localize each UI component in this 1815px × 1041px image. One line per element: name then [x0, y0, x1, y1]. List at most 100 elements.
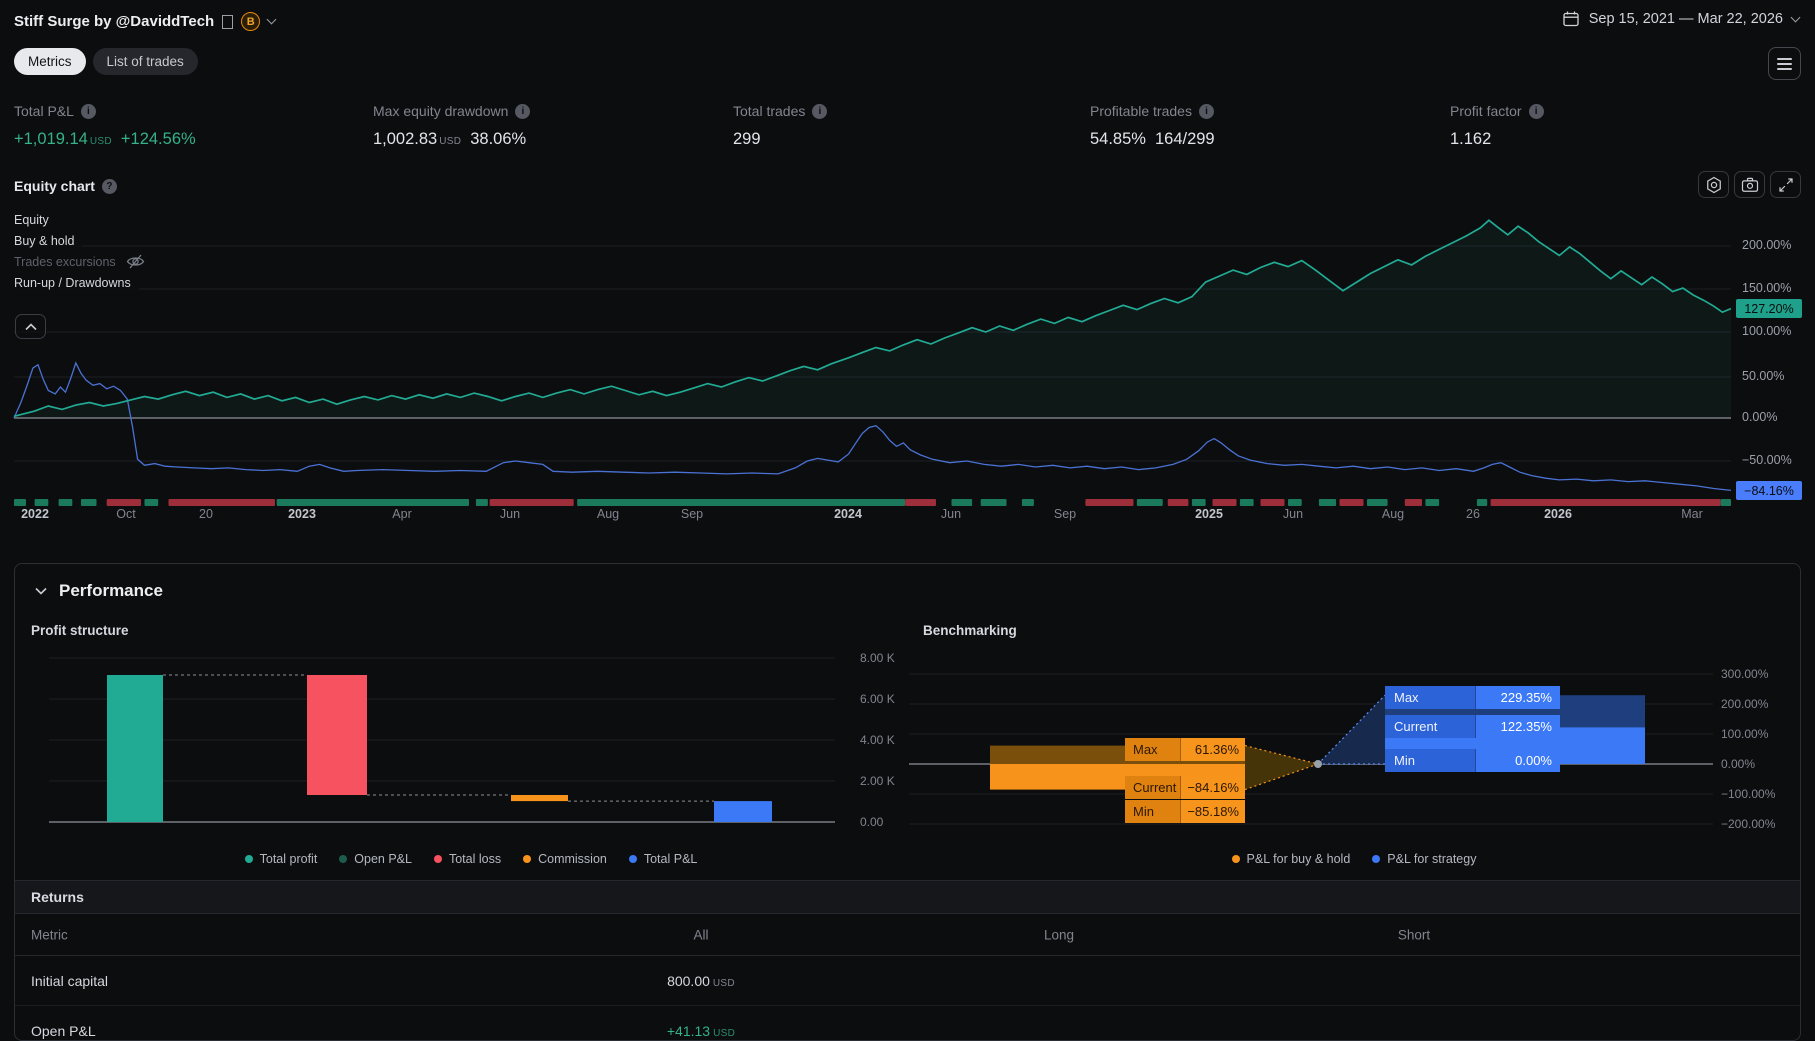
y-axis-tick: 4.00 K — [860, 733, 895, 747]
legend-open-pnl[interactable]: Open P&L — [339, 852, 412, 866]
x-axis-label: 20 — [199, 507, 213, 521]
x-axis-label: Mar — [1681, 507, 1703, 521]
y-axis-tick: 100.00% — [1721, 727, 1769, 741]
performance-title: Performance — [59, 581, 163, 600]
legend-buy-and-hold[interactable]: Buy & hold — [14, 232, 83, 249]
chart-snapshot-button[interactable] — [1734, 171, 1765, 198]
y-axis-tick: −50.00% — [1742, 453, 1792, 467]
performance-header[interactable]: Performance — [35, 581, 163, 601]
calendar-icon — [1563, 11, 1579, 27]
profit-structure-legend: Total profit Open P&L Total loss Commiss… — [29, 852, 913, 866]
hexagon-gear-icon — [1706, 176, 1721, 193]
tab-metrics[interactable]: Metrics — [14, 48, 86, 75]
metric-extra: +124.56% — [120, 130, 196, 148]
help-icon[interactable]: ? — [101, 178, 117, 194]
table-row-open-pnl: Open P&L +41.13 USD — [15, 1006, 1800, 1040]
info-icon[interactable]: i — [80, 103, 96, 119]
x-axis: 2022 Oct 20 2023 Apr Jun Aug Sep 2024 Jun Sep 2025 J… — [14, 507, 1731, 527]
x-axis-label: 2026 — [1544, 507, 1572, 521]
layout-menu-button[interactable] — [1768, 47, 1801, 80]
metric-max-drawdown: Max equity drawdown i 1,002.83 USD 38.06% — [373, 103, 531, 149]
profit-structure-chart[interactable]: 8.00 K 6.00 K 4.00 K 2.00 K 0.00 — [29, 642, 913, 856]
waterfall-bars — [107, 674, 772, 822]
metric-label: Total trades — [733, 103, 806, 119]
x-axis-label: Jun — [499, 507, 521, 521]
strategy-header[interactable]: Stiff Surge by @DaviddTech B — [14, 12, 277, 31]
x-axis-label: Oct — [116, 507, 136, 521]
legend-pnl-buy-hold[interactable]: P&L for buy & hold — [1231, 852, 1350, 866]
legend-runup-drawdowns[interactable]: Run-up / Drawdowns — [14, 274, 139, 291]
camera-icon — [1741, 177, 1758, 192]
metric-profit-factor: Profit factor i 1.162 — [1450, 103, 1544, 149]
legend-total-pnl[interactable]: Total P&L — [628, 852, 697, 866]
legend-pnl-strategy[interactable]: P&L for strategy — [1372, 852, 1476, 866]
benchmarking-chart[interactable]: 300.00% 200.00% 100.00% 0.00% −100.00% −… — [909, 642, 1799, 856]
unknown-glyph-box — [222, 14, 234, 29]
y-axis-tick: 200.00% — [1721, 697, 1769, 711]
y-axis-tick: 50.00% — [1742, 369, 1785, 383]
tab-list-of-trades[interactable]: List of trades — [92, 48, 198, 75]
x-axis-label: 26 — [1466, 507, 1480, 521]
metric-value: 54.85% — [1090, 130, 1146, 148]
legend-total-loss[interactable]: Total loss — [433, 852, 501, 866]
metric-unit: USD — [439, 136, 462, 147]
x-axis-label: Sep — [1053, 507, 1077, 521]
x-axis-label: 2024 — [834, 507, 862, 521]
info-icon[interactable]: i — [1198, 103, 1214, 119]
row-metric-label: Open P&L — [31, 1022, 96, 1039]
metric-unit: USD — [89, 136, 112, 147]
y-axis-tick: 0.00% — [1742, 410, 1778, 424]
benchmarking-title: Benchmarking — [923, 623, 1017, 638]
equity-chart[interactable] — [0, 215, 1731, 515]
y-axis-tick: 2.00 K — [860, 774, 895, 788]
y-axis-tick: 0.00 — [860, 815, 884, 829]
chevron-down-icon[interactable] — [266, 14, 277, 25]
metric-value: 299 — [733, 130, 761, 148]
date-range-picker[interactable]: Sep 15, 2021 — Mar 22, 2026 — [1562, 10, 1801, 28]
column-long: Long — [1043, 927, 1075, 942]
legend-trades-excursions[interactable]: Trades excursions — [14, 253, 153, 270]
legend-equity[interactable]: Equity — [14, 211, 57, 228]
y-axis-tick: −100.00% — [1721, 787, 1776, 801]
report-tabs: Metrics List of trades — [14, 48, 198, 75]
info-icon[interactable]: i — [1528, 103, 1544, 119]
x-axis-label: 2022 — [21, 507, 49, 521]
equity-area-fill — [14, 220, 1731, 418]
y-axis-tick: 6.00 K — [860, 692, 895, 706]
x-axis-label: Jun — [940, 507, 962, 521]
metric-extra: 164/299 — [1154, 130, 1215, 148]
metric-label: Max equity drawdown — [373, 103, 509, 119]
column-all: All — [693, 927, 709, 942]
info-icon[interactable]: i — [812, 103, 828, 119]
bitcoin-badge-icon: B — [241, 12, 261, 31]
y-axis-tick: 200.00% — [1742, 238, 1792, 252]
chart-fullscreen-button[interactable] — [1770, 171, 1801, 198]
metric-value: 1.162 — [1450, 130, 1492, 148]
chevron-up-icon — [24, 322, 37, 330]
info-icon[interactable]: i — [515, 103, 531, 119]
x-axis-label: Aug — [596, 507, 620, 521]
metric-extra: 38.06% — [470, 130, 527, 148]
column-metric: Metric — [31, 927, 68, 942]
chart-settings-button[interactable] — [1698, 171, 1729, 198]
y-axis-tick: 300.00% — [1721, 667, 1769, 681]
strategy-tester-report: Stiff Surge by @DaviddTech B Sep 15, 202… — [0, 0, 1815, 1041]
row-all-value: +41.13 USD — [666, 1022, 736, 1039]
y-axis-tick: −200.00% — [1721, 817, 1776, 831]
metric-label: Total P&L — [14, 103, 74, 119]
row-metric-label: Initial capital — [31, 972, 109, 989]
date-range-label: Sep 15, 2021 — Mar 22, 2026 — [1588, 11, 1783, 27]
table-row-initial-capital: Initial capital 800.00 USD — [15, 956, 1800, 1006]
legend-total-profit[interactable]: Total profit — [244, 852, 317, 866]
x-axis-label: Jun — [1282, 507, 1304, 521]
legend-commission[interactable]: Commission — [523, 852, 607, 866]
benchmark-bars — [990, 694, 1645, 791]
strategy-title: Stiff Surge by @DaviddTech — [14, 13, 215, 30]
collapse-chart-button[interactable] — [15, 314, 46, 339]
performance-section: Performance Profit structure Benchmarkin… — [14, 563, 1801, 1041]
x-axis-label: Aug — [1381, 507, 1405, 521]
metric-total-pnl: Total P&L i +1,019.14 USD +124.56% — [14, 103, 196, 149]
returns-table-header: Metric All Long Short — [15, 914, 1800, 956]
chevron-down-icon — [1790, 12, 1801, 22]
y-axis-tick: 100.00% — [1742, 324, 1792, 338]
